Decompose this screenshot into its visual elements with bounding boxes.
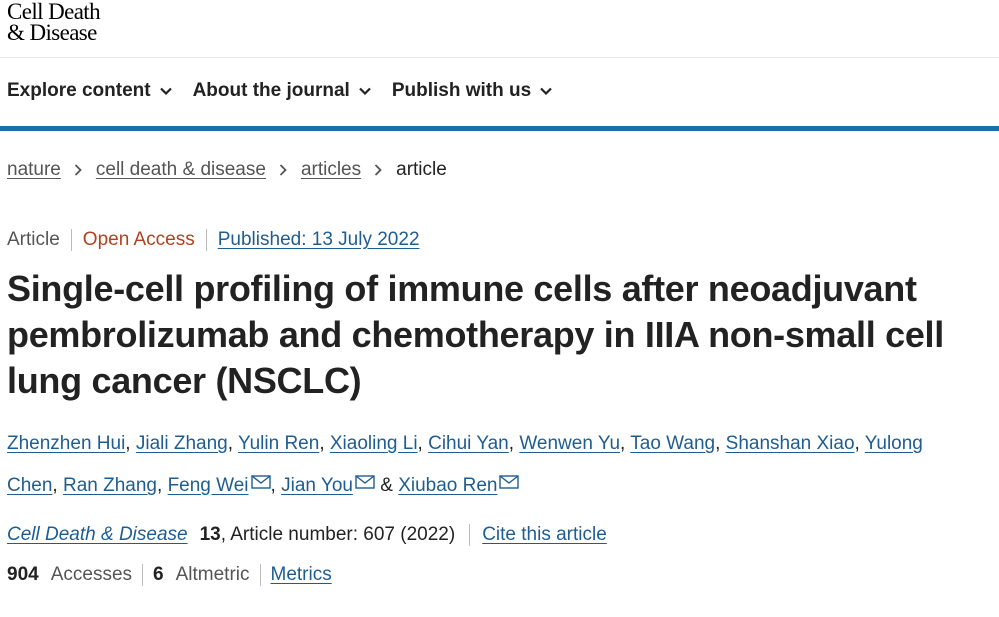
article-meta: Article Open Access Published: 13 July 2… xyxy=(7,229,420,251)
breadcrumb-nature[interactable]: nature xyxy=(7,159,61,181)
logo-line-1: Cell Death xyxy=(7,0,101,24)
author-separator: , xyxy=(270,475,282,496)
author-separator: , xyxy=(620,433,631,454)
author-link[interactable]: Yulin Ren xyxy=(238,433,319,454)
journal-link[interactable]: Cell Death & Disease xyxy=(7,524,188,546)
author-joiner: & xyxy=(374,475,399,496)
altmetric-label: Altmetric xyxy=(175,564,250,585)
metrics-bar: 904 Accesses 6 Altmetric Metrics xyxy=(7,564,332,586)
author-link[interactable]: Tao Wang xyxy=(630,433,715,454)
journal-logo[interactable]: Cell Death & Disease xyxy=(7,0,101,45)
chevron-down-icon xyxy=(540,87,552,96)
author-list: Zhenzhen Hui, Jiali Zhang, Yulin Ren, Xi… xyxy=(7,424,977,506)
author-link[interactable]: Xiubao Ren xyxy=(398,475,497,496)
logo-line-2: & Disease xyxy=(7,20,97,45)
author-separator: , xyxy=(52,475,63,496)
author-separator: , xyxy=(854,433,865,454)
metrics-link[interactable]: Metrics xyxy=(271,564,332,586)
nav-explore-content[interactable]: Explore content xyxy=(7,80,173,102)
author-link[interactable]: Jiali Zhang xyxy=(136,433,228,454)
chevron-right-icon xyxy=(374,164,382,176)
altmetric-metric: 6 Altmetric xyxy=(153,564,261,586)
breadcrumb: nature cell death & disease articles art… xyxy=(7,159,447,181)
breadcrumb-current: article xyxy=(396,159,447,180)
email-icon[interactable] xyxy=(250,464,271,489)
author-link[interactable]: Xiaoling Li xyxy=(330,433,418,454)
author-link[interactable]: Feng Wei xyxy=(168,475,249,496)
breadcrumb-cell-death-disease[interactable]: cell death & disease xyxy=(96,159,266,181)
article-type: Article xyxy=(7,229,72,251)
author-separator: , xyxy=(227,433,238,454)
chevron-down-icon xyxy=(359,87,371,96)
article-number: , Article number: 607 (2022) xyxy=(221,524,471,546)
email-icon[interactable] xyxy=(499,464,520,489)
author-separator: , xyxy=(125,433,136,454)
author-link[interactable]: Shanshan Xiao xyxy=(726,433,855,454)
accesses-label: Accesses xyxy=(50,564,133,585)
accesses-metric: 904 Accesses xyxy=(7,564,144,586)
author-separator: , xyxy=(508,433,520,454)
chevron-right-icon xyxy=(279,164,287,176)
volume-number: 13 xyxy=(199,524,221,545)
breadcrumb-articles[interactable]: articles xyxy=(301,159,361,181)
citation-line: Cell Death & Disease 13 , Article number… xyxy=(7,524,607,546)
chevron-right-icon xyxy=(74,164,82,176)
nav-about-the-journal[interactable]: About the journal xyxy=(193,80,372,102)
nav-publish-with-us[interactable]: Publish with us xyxy=(392,80,553,102)
cite-this-article-link[interactable]: Cite this article xyxy=(482,524,607,546)
nav-label: Publish with us xyxy=(391,80,532,101)
accesses-count: 904 xyxy=(7,564,39,585)
chevron-down-icon xyxy=(159,87,172,96)
author-separator: , xyxy=(319,433,330,454)
author-separator: , xyxy=(715,433,726,454)
author-link[interactable]: Zhenzhen Hui xyxy=(7,433,125,454)
author-link[interactable]: Wenwen Yu xyxy=(519,433,620,454)
email-icon[interactable] xyxy=(355,464,375,489)
nav-label: Explore content xyxy=(7,80,151,101)
altmetric-count: 6 xyxy=(153,564,164,585)
author-link[interactable]: Ran Zhang xyxy=(63,475,157,496)
main-nav: Explore content About the journal Publis… xyxy=(7,80,573,102)
open-access-badge: Open Access xyxy=(72,229,207,251)
header-divider xyxy=(0,57,999,58)
nav-label: About the journal xyxy=(192,80,350,101)
article-title: Single-cell profiling of immune cells af… xyxy=(7,268,944,401)
author-separator: , xyxy=(157,475,168,496)
author-link[interactable]: Cihui Yan xyxy=(428,433,509,454)
nav-accent-bar xyxy=(0,126,999,131)
author-separator: , xyxy=(417,433,429,454)
published-date-link[interactable]: Published: 13 July 2022 xyxy=(207,229,420,251)
author-link[interactable]: Jian You xyxy=(281,475,353,496)
